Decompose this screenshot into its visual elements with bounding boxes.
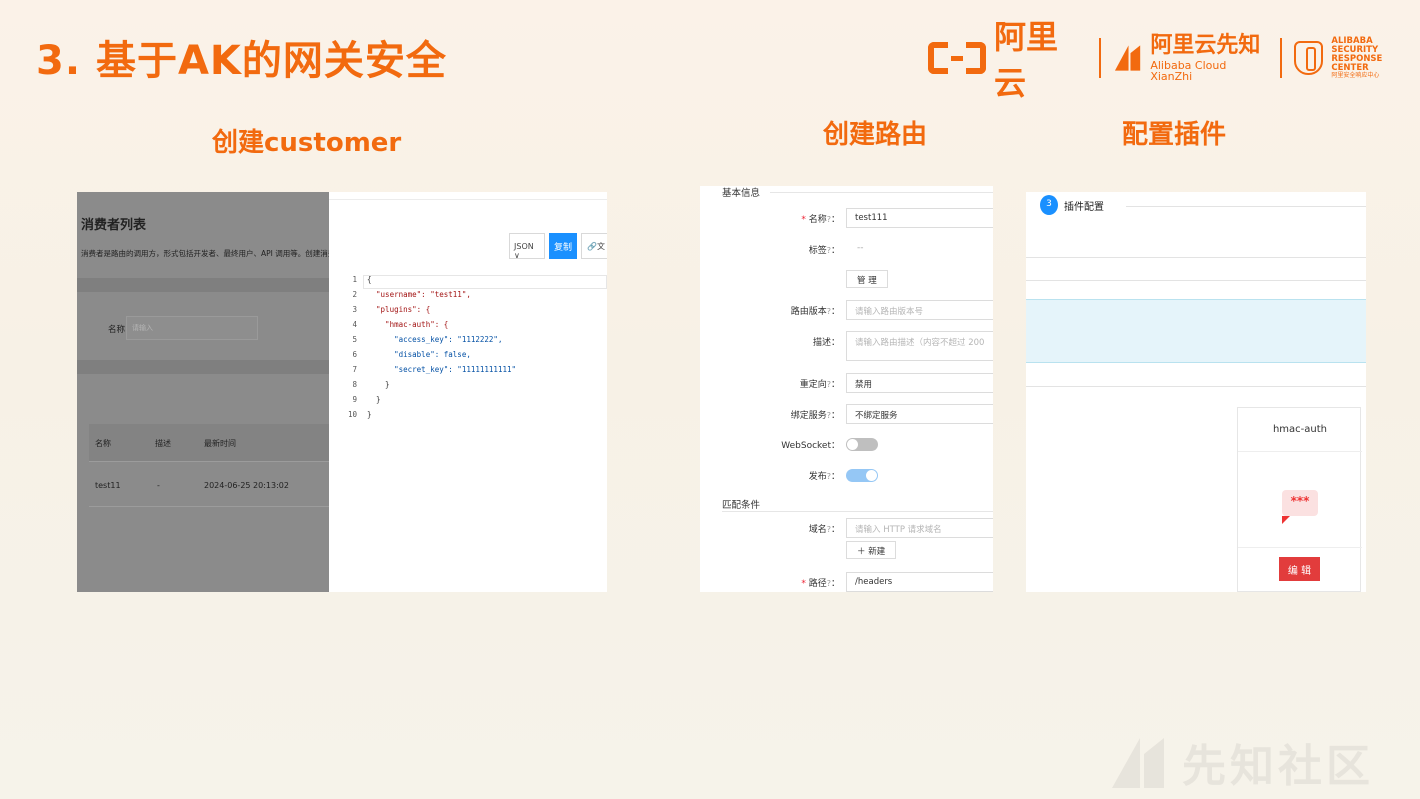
row-description: -	[157, 481, 160, 490]
route-version-input[interactable]: 请输入路由版本号	[846, 300, 993, 320]
plugin-card-name: hmac-auth	[1272, 424, 1328, 435]
doc-link-button[interactable]: 🔗文	[581, 233, 607, 259]
manage-tags-button[interactable]: 管 理	[846, 270, 888, 288]
logo-divider	[1280, 38, 1283, 78]
row-updated: 2024-06-25 20:13:02	[204, 481, 289, 490]
section-band	[77, 360, 329, 374]
code-line: 4 "hmac-auth": {	[352, 320, 449, 329]
new-host-button[interactable]: ＋ 新建	[846, 541, 897, 559]
consumer-list-overlay: 消费者列表 消费者是路由的调用方，形式包括开发者、最终用户、API 调用等。创建…	[77, 192, 388, 592]
consumer-list-title: 消费者列表	[81, 218, 147, 233]
tags-value: --	[857, 243, 864, 253]
step-title: 插件配置	[1064, 202, 1104, 213]
route-description-input[interactable]: 请输入路由描述（内容不超过 200	[846, 331, 993, 361]
publish-toggle[interactable]	[846, 469, 878, 482]
route-form-screenshot: 基本信息 * 名称?： test111 标签?： -- 管 理 路由版本?： 请…	[700, 186, 993, 592]
tags-label: 标签?：	[808, 246, 840, 256]
aliyun-logo-icon	[928, 42, 986, 74]
column-header-description: 描述	[155, 439, 171, 448]
xianzhi-watermark-icon	[1112, 738, 1164, 788]
code-line: 1{	[352, 275, 372, 284]
publish-label: 发布?：	[808, 472, 840, 482]
logo-divider	[1099, 38, 1102, 78]
table-row-divider	[89, 506, 329, 507]
consumer-json-drawer: JSON ∨ 复制 🔗文 1{ 2 "username": "test11", …	[329, 192, 607, 592]
code-line: 2 "username": "test11",	[352, 290, 471, 299]
column-header-name: 名称	[95, 439, 111, 448]
websocket-label: WebSocket：	[781, 441, 840, 451]
xianzhi-logo-text: 阿里云先知 Alibaba Cloud XianZhi	[1150, 32, 1261, 83]
host-input[interactable]: 请输入 HTTP 请求域名	[846, 518, 993, 538]
copy-button[interactable]: 复制	[549, 233, 577, 259]
consumer-screenshot: 消费者列表 消费者是路由的调用方，形式包括开发者、最终用户、API 调用等。创建…	[77, 192, 607, 592]
code-line: 10}	[347, 410, 372, 419]
step-badge: 3	[1040, 195, 1058, 215]
aliyun-logo-text: 阿里云	[994, 18, 1059, 102]
format-select[interactable]: JSON ∨	[509, 233, 545, 260]
bind-service-label: 绑定服务?：	[790, 411, 840, 421]
heading-configure-plugin: 配置插件	[1122, 120, 1227, 150]
code-line: 9 }	[352, 395, 381, 404]
code-line: 3 "plugins": {	[352, 305, 431, 314]
section-band	[77, 278, 329, 292]
column-header-updated: 最新时间	[204, 439, 236, 448]
section-match-conditions: 匹配条件	[722, 500, 761, 511]
code-line: 5 "access_key": "1112222",	[352, 335, 503, 344]
link-icon: 🔗	[587, 242, 597, 251]
name-filter-label: 名称:	[108, 325, 128, 335]
plugin-card-hmac-auth[interactable]: hmac-auth *** 编 辑	[1237, 407, 1362, 592]
path-input[interactable]: /headers	[846, 572, 993, 592]
path-label: * 路径?：	[801, 579, 840, 589]
name-filter-input[interactable]: 请输入	[126, 316, 258, 340]
password-chat-icon: ***	[1282, 490, 1318, 524]
redirect-select[interactable]: 禁用	[846, 373, 993, 393]
shield-icon	[1294, 41, 1324, 75]
edit-plugin-button[interactable]: 编 辑	[1279, 557, 1320, 581]
host-label: 域名?：	[808, 525, 840, 535]
version-label: 路由版本?：	[790, 307, 840, 317]
description-label: 描述：	[812, 338, 840, 348]
section-basic-info: 基本信息	[722, 188, 761, 199]
xianzhi-watermark: 先知社区	[1110, 730, 1374, 794]
bind-service-select[interactable]: 不绑定服务	[846, 404, 993, 424]
row-name[interactable]: test11	[95, 481, 121, 490]
plugin-config-screenshot: 3 插件配置 hmac-auth *** 编 辑	[1026, 192, 1366, 592]
watermark-text: 先知社区	[1182, 741, 1374, 792]
asrc-logo-text: ALIBABA SECURITY RESPONSE CENTER 阿里安全响应中…	[1331, 36, 1383, 79]
code-line: 8 }	[352, 380, 390, 389]
xianzhi-logo-icon	[1115, 45, 1141, 71]
redirect-label: 重定向?：	[799, 380, 840, 390]
logo-bar: 阿里云 阿里云先知 Alibaba Cloud XianZhi ALIBABA …	[928, 18, 1420, 102]
heading-create-customer: 创建customer	[212, 128, 402, 158]
selected-plugin-row[interactable]	[1026, 299, 1366, 363]
heading-create-route: 创建路由	[823, 120, 928, 150]
name-label: * 名称?：	[801, 215, 840, 225]
code-line: 6 "disable": false,	[352, 350, 471, 359]
websocket-toggle[interactable]	[846, 438, 878, 451]
route-name-input[interactable]: test111	[846, 208, 993, 228]
code-line: 7 "secret_key": "11111111111"	[352, 365, 517, 374]
slide-title: 3. 基于AK的网关安全	[36, 38, 447, 84]
